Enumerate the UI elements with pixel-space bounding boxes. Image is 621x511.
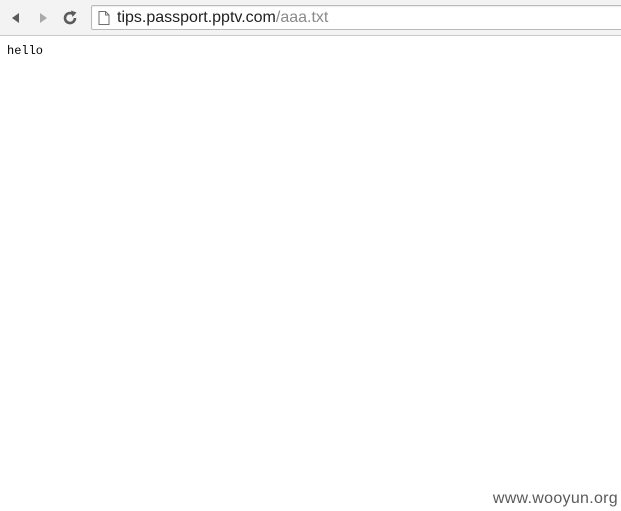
- url-path: /aaa.txt: [275, 9, 329, 26]
- page-body-text: hello: [7, 44, 44, 58]
- forward-button[interactable]: [32, 7, 54, 29]
- address-bar[interactable]: tips.passport.pptv.com/aaa.txt: [91, 5, 621, 30]
- back-button[interactable]: [5, 7, 27, 29]
- page-icon: [98, 11, 110, 25]
- url-text[interactable]: tips.passport.pptv.com/aaa.txt: [117, 9, 328, 27]
- forward-arrow-icon: [40, 13, 47, 23]
- url-host: tips.passport.pptv.com: [117, 9, 276, 26]
- watermark: www.wooyun.org: [492, 490, 618, 507]
- reload-button[interactable]: [59, 7, 81, 29]
- reload-icon: [63, 10, 77, 25]
- browser-toolbar: tips.passport.pptv.com/aaa.txt: [0, 0, 621, 36]
- back-arrow-icon: [12, 13, 19, 23]
